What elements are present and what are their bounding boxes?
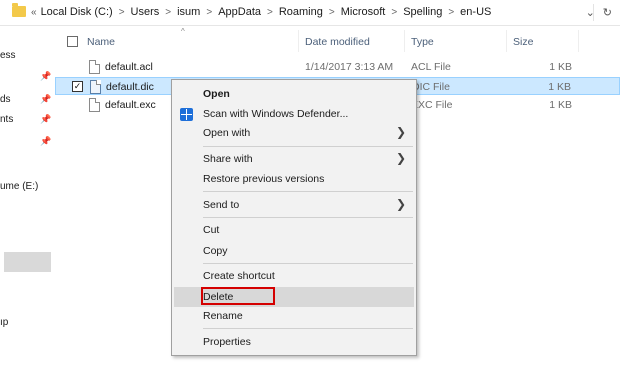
menu-item-open-with[interactable]: Open with ❯ bbox=[172, 123, 416, 143]
nav-item-volume-e[interactable]: ume (E:) bbox=[0, 181, 38, 192]
column-divider[interactable] bbox=[506, 30, 507, 52]
breadcrumb-microsoft[interactable]: Microsoft bbox=[341, 6, 386, 18]
menu-item-open[interactable]: Open bbox=[172, 84, 416, 104]
pin-icon: 📌 bbox=[40, 71, 52, 81]
breadcrumb-spelling[interactable]: Spelling bbox=[403, 6, 442, 18]
menu-item-restore-previous[interactable]: Restore previous versions bbox=[172, 169, 416, 189]
chevron-right-icon[interactable]: > bbox=[448, 7, 454, 18]
menu-item-cut[interactable]: Cut bbox=[172, 220, 416, 240]
menu-separator bbox=[203, 217, 413, 218]
chevron-right-icon[interactable]: > bbox=[267, 7, 273, 18]
chevron-right-icon[interactable]: > bbox=[165, 7, 171, 18]
breadcrumb-isum[interactable]: isum bbox=[177, 6, 200, 18]
menu-item-label: Delete bbox=[203, 291, 234, 303]
file-type: DIC File bbox=[412, 81, 450, 93]
row-checkbox-checked[interactable]: ✓ bbox=[72, 81, 83, 92]
column-divider[interactable] bbox=[578, 30, 579, 52]
address-bar[interactable]: « Local Disk (C:) > Users > isum > AppData >… bbox=[0, 0, 620, 26]
breadcrumb-roaming[interactable]: Roaming bbox=[279, 6, 323, 18]
chevron-right-icon[interactable]: > bbox=[119, 7, 125, 18]
menu-item-label: Scan with Windows Defender... bbox=[203, 108, 349, 120]
menu-item-label: Open bbox=[203, 88, 230, 100]
menu-item-send-to[interactable]: Send to ❯ bbox=[172, 195, 416, 215]
file-name: default.dic bbox=[106, 81, 154, 93]
chevron-right-icon[interactable]: > bbox=[206, 7, 212, 18]
file-icon bbox=[89, 98, 100, 112]
pin-icon: 📌 bbox=[40, 114, 52, 124]
menu-item-properties[interactable]: Properties bbox=[172, 332, 416, 352]
refresh-icon[interactable]: ↻ bbox=[603, 6, 612, 19]
dictionary-file-icon bbox=[90, 80, 101, 94]
column-size[interactable]: Size bbox=[513, 36, 533, 48]
menu-item-label: Copy bbox=[203, 245, 228, 257]
menu-separator bbox=[203, 263, 413, 264]
breadcrumb-local-disk[interactable]: Local Disk (C:) bbox=[41, 6, 113, 18]
column-name[interactable]: Name bbox=[87, 36, 115, 48]
chevron-right-icon: ❯ bbox=[395, 197, 406, 211]
table-row[interactable]: default.acl 1/14/2017 3:13 AM ACL File 1… bbox=[55, 58, 620, 76]
column-header: ^ Name Date modified Type Size bbox=[55, 26, 620, 56]
menu-item-copy[interactable]: Copy bbox=[172, 241, 416, 261]
chevron-right-icon[interactable]: > bbox=[391, 7, 397, 18]
breadcrumb-appdata[interactable]: AppData bbox=[218, 6, 261, 18]
file-size: 1 KB bbox=[549, 61, 572, 73]
nav-item-backup[interactable]: ıp bbox=[0, 317, 8, 328]
menu-item-label: Rename bbox=[203, 310, 243, 322]
file-name: default.exc bbox=[105, 99, 156, 111]
file-type: EXC File bbox=[411, 99, 453, 111]
chevron-right-icon[interactable]: > bbox=[329, 7, 335, 18]
breadcrumb-overflow-button[interactable]: « bbox=[31, 7, 37, 18]
nav-item-documents[interactable]: nts bbox=[0, 114, 13, 125]
breadcrumb-users[interactable]: Users bbox=[131, 6, 160, 18]
nav-item-selected[interactable] bbox=[4, 252, 51, 272]
menu-item-rename[interactable]: Rename bbox=[172, 306, 416, 326]
file-date: 1/14/2017 3:13 AM bbox=[305, 61, 394, 73]
column-date-modified[interactable]: Date modified bbox=[305, 36, 370, 48]
menu-item-share-with[interactable]: Share with ❯ bbox=[172, 149, 416, 169]
file-size: 1 KB bbox=[548, 81, 571, 93]
nav-item-downloads[interactable]: ds bbox=[0, 94, 11, 105]
pin-icon: 📌 bbox=[40, 136, 52, 146]
menu-item-label: Restore previous versions bbox=[203, 173, 325, 185]
menu-item-label: Properties bbox=[203, 336, 251, 348]
folder-icon bbox=[12, 3, 26, 17]
column-divider[interactable] bbox=[404, 30, 405, 52]
menu-item-label: Send to bbox=[203, 199, 240, 211]
chevron-down-icon[interactable]: ⌄ bbox=[586, 6, 595, 19]
menu-separator bbox=[203, 191, 413, 192]
file-icon bbox=[89, 60, 100, 74]
menu-item-delete[interactable]: Delete bbox=[174, 287, 414, 307]
breadcrumb: « Local Disk (C:) > Users > isum > AppData >… bbox=[31, 6, 491, 18]
file-name: default.acl bbox=[105, 61, 153, 73]
navigation-pane: ess 📌 ds 📌 nts 📌 📌 ume (E:) ıp bbox=[0, 26, 55, 368]
menu-separator bbox=[203, 328, 413, 329]
pin-icon: 📌 bbox=[40, 94, 52, 104]
menu-item-label: Share with bbox=[203, 153, 253, 165]
menu-item-scan-defender[interactable]: Scan with Windows Defender... bbox=[172, 104, 416, 124]
select-all-checkbox[interactable] bbox=[67, 36, 78, 47]
column-divider[interactable] bbox=[298, 30, 299, 52]
file-type: ACL File bbox=[411, 61, 451, 73]
chevron-right-icon: ❯ bbox=[395, 151, 406, 165]
windows-defender-icon bbox=[180, 108, 193, 121]
chevron-right-icon: ❯ bbox=[395, 125, 406, 139]
breadcrumb-en-us[interactable]: en-US bbox=[460, 6, 491, 18]
menu-item-create-shortcut[interactable]: Create shortcut bbox=[172, 266, 416, 286]
menu-separator bbox=[203, 146, 413, 147]
menu-item-label: Open with bbox=[203, 127, 251, 139]
column-type[interactable]: Type bbox=[411, 36, 434, 48]
nav-item-quick-access[interactable]: ess bbox=[0, 50, 16, 61]
file-size: 1 KB bbox=[549, 99, 572, 111]
sort-caret-icon: ^ bbox=[181, 27, 185, 36]
context-menu: Open Scan with Windows Defender... Open … bbox=[171, 79, 417, 356]
menu-item-label: Create shortcut bbox=[203, 270, 275, 282]
menu-item-label: Cut bbox=[203, 224, 220, 236]
